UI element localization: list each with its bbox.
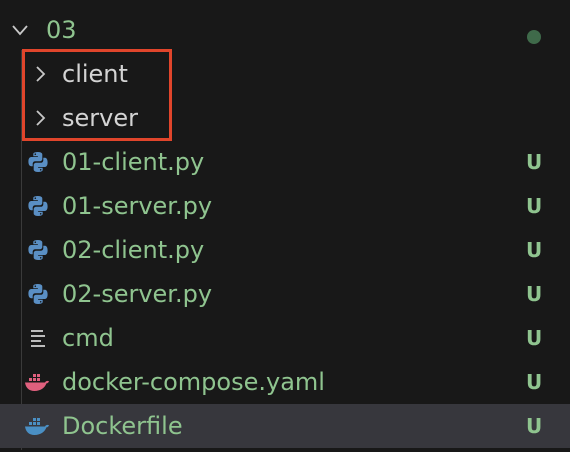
file-row-02-server-py[interactable]: 02-server.py U xyxy=(0,272,570,316)
folder-row-server[interactable]: server xyxy=(0,96,570,140)
chevron-right-icon xyxy=(30,62,50,86)
file-label: cmd xyxy=(62,324,114,352)
python-icon xyxy=(24,192,52,220)
chevron-right-icon xyxy=(30,106,50,130)
file-label: 02-server.py xyxy=(62,280,213,308)
file-row-cmd[interactable]: cmd U xyxy=(0,316,570,360)
git-status-badge: U xyxy=(526,414,543,438)
file-label: docker-compose.yaml xyxy=(62,368,325,396)
folder-label: server xyxy=(62,104,138,132)
file-label: 01-server.py xyxy=(62,192,213,220)
folder-row-client[interactable]: client xyxy=(0,52,570,96)
git-status-badge: U xyxy=(526,282,543,306)
folder-label: client xyxy=(62,60,128,88)
folder-label: 03 xyxy=(46,16,77,44)
python-icon xyxy=(24,148,52,176)
git-status-badge: U xyxy=(526,370,543,394)
file-label: 02-client.py xyxy=(62,236,205,264)
git-status-badge: U xyxy=(526,326,543,350)
git-status-badge: U xyxy=(526,150,543,174)
folder-row-03[interactable]: 03 xyxy=(0,8,570,52)
python-icon xyxy=(24,236,52,264)
file-row-dockerfile[interactable]: Dockerfile U xyxy=(0,404,570,448)
docker-icon xyxy=(24,412,52,440)
docker-compose-icon xyxy=(24,368,52,396)
python-icon xyxy=(24,280,52,308)
file-label: 01-client.py xyxy=(62,148,205,176)
text-lines-icon xyxy=(24,324,52,352)
file-row-01-client-py[interactable]: 01-client.py U xyxy=(0,140,570,184)
file-row-01-server-py[interactable]: 01-server.py U xyxy=(0,184,570,228)
git-status-badge: U xyxy=(526,194,543,218)
status-dot xyxy=(527,30,541,44)
file-explorer-tree: 03 client server 01-client.py U 01-serve… xyxy=(0,0,570,452)
git-status-badge: U xyxy=(526,238,543,262)
chevron-down-icon xyxy=(10,18,30,42)
file-row-02-client-py[interactable]: 02-client.py U xyxy=(0,228,570,272)
file-label: Dockerfile xyxy=(62,412,183,440)
file-row-docker-compose-yaml[interactable]: docker-compose.yaml U xyxy=(0,360,570,404)
